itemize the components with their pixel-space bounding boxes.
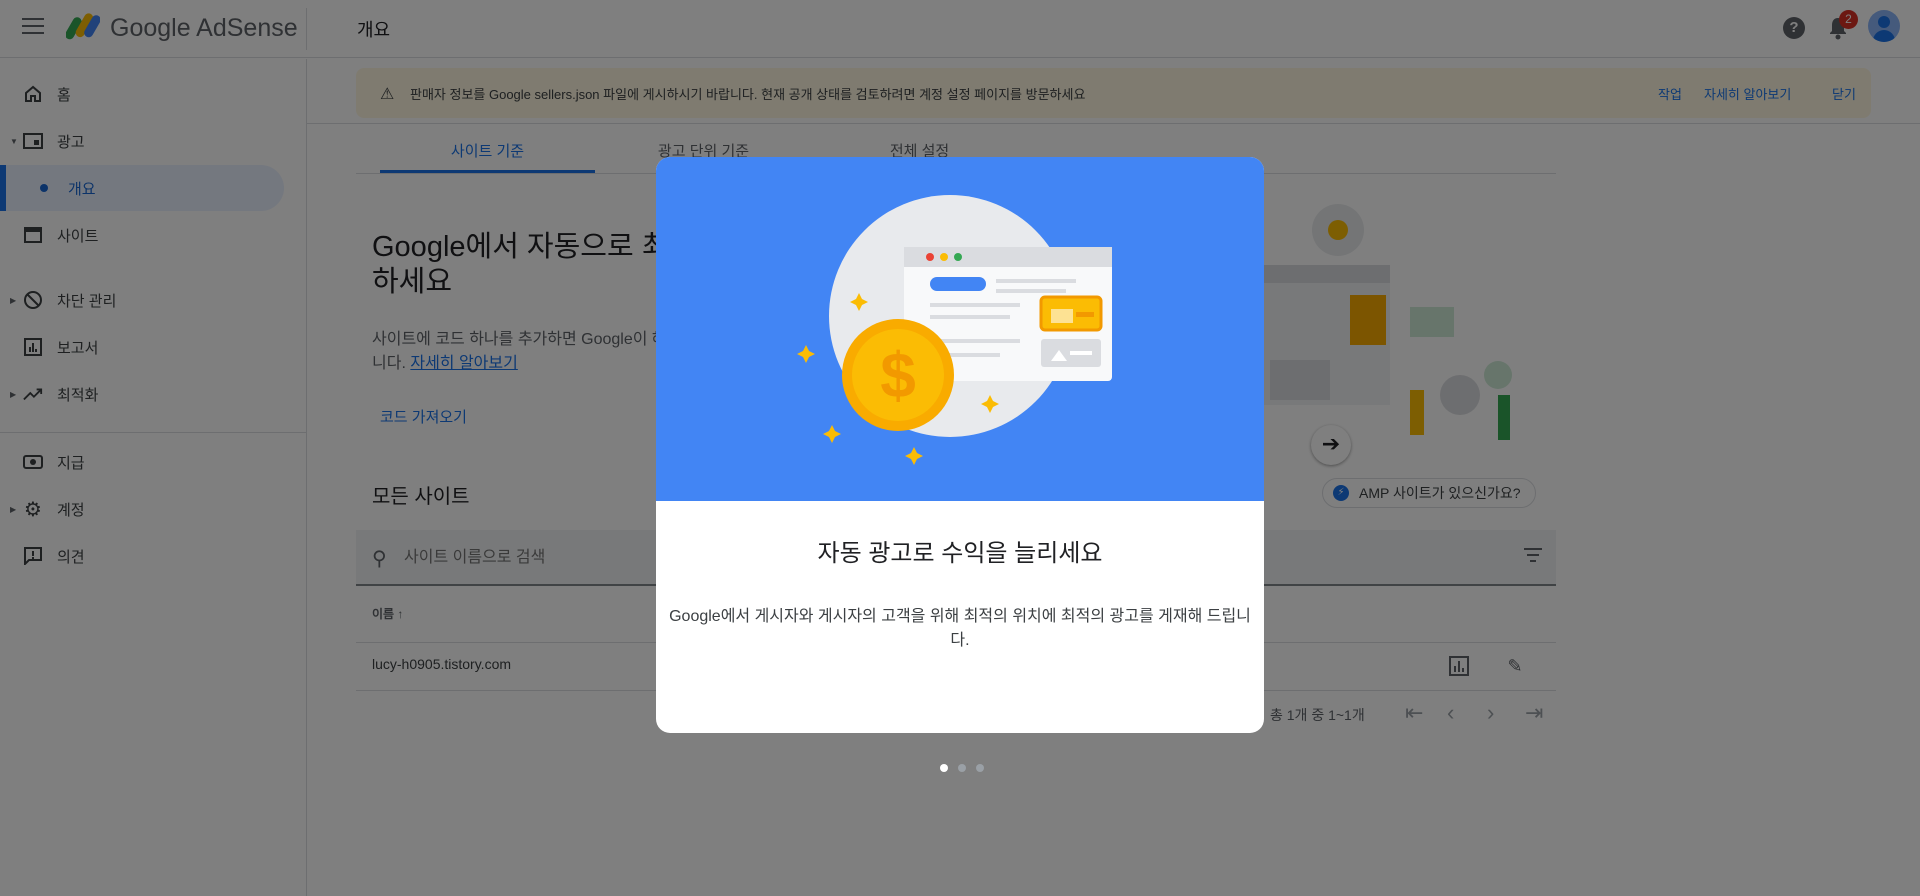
dialog-title: 자동 광고로 수익을 늘리세요 <box>817 540 1103 567</box>
dialog-description: Google에서 게시자와 게시자의 고객을 위해 최적의 위치에 최적의 광고… <box>669 608 1251 649</box>
earnings-illustration: $ <box>797 195 1112 465</box>
dialog-hero-illustration: $ <box>656 157 1264 501</box>
carousel-dot[interactable] <box>940 764 948 772</box>
svg-text:$: $ <box>880 339 916 411</box>
carousel-dot[interactable] <box>976 764 984 772</box>
carousel-dot[interactable] <box>958 764 966 772</box>
carousel-pagination-dots <box>940 764 984 772</box>
auto-ads-promo-dialog: $ 자동 광고로 수익을 늘리세요 Google에서 게시자와 게시자의 고객을… <box>656 157 1264 733</box>
